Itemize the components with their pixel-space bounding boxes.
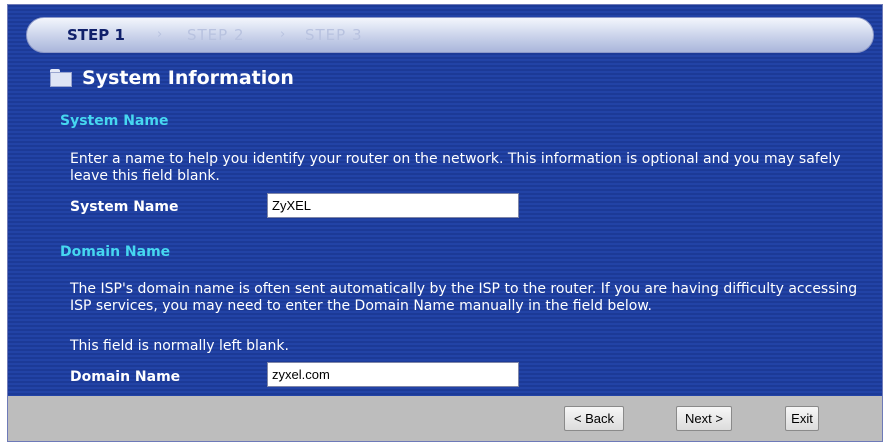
page-title: System Information xyxy=(50,65,294,91)
domain-name-heading: Domain Name xyxy=(60,244,171,260)
system-name-description: Enter a name to help you identify your r… xyxy=(70,151,841,184)
step-3-label: STEP 3 xyxy=(305,26,363,44)
step-2-label: STEP 2 xyxy=(187,26,245,44)
page-title-text: System Information xyxy=(82,67,294,89)
next-button[interactable]: Next > xyxy=(676,406,732,431)
step-separator-icon: › xyxy=(280,27,286,42)
system-name-input[interactable] xyxy=(267,193,519,218)
button-footer: < Back Next > Exit xyxy=(8,396,882,441)
step-separator-icon: › xyxy=(157,27,163,42)
wizard-frame: STEP 1 › STEP 2 › STEP 3 System Informat… xyxy=(7,4,883,442)
folder-icon xyxy=(50,69,72,87)
system-name-heading: System Name xyxy=(60,113,169,129)
back-button[interactable]: < Back xyxy=(564,406,624,431)
exit-button[interactable]: Exit xyxy=(785,406,819,431)
step-indicator-bar: STEP 1 › STEP 2 › STEP 3 xyxy=(26,17,874,53)
system-name-label: System Name xyxy=(70,199,179,215)
domain-name-note: This field is normally left blank. xyxy=(70,338,289,354)
step-1-label: STEP 1 xyxy=(67,26,125,44)
domain-name-label: Domain Name xyxy=(70,369,181,385)
domain-name-description: The ISP's domain name is often sent auto… xyxy=(70,281,858,314)
domain-name-input[interactable] xyxy=(267,362,519,387)
